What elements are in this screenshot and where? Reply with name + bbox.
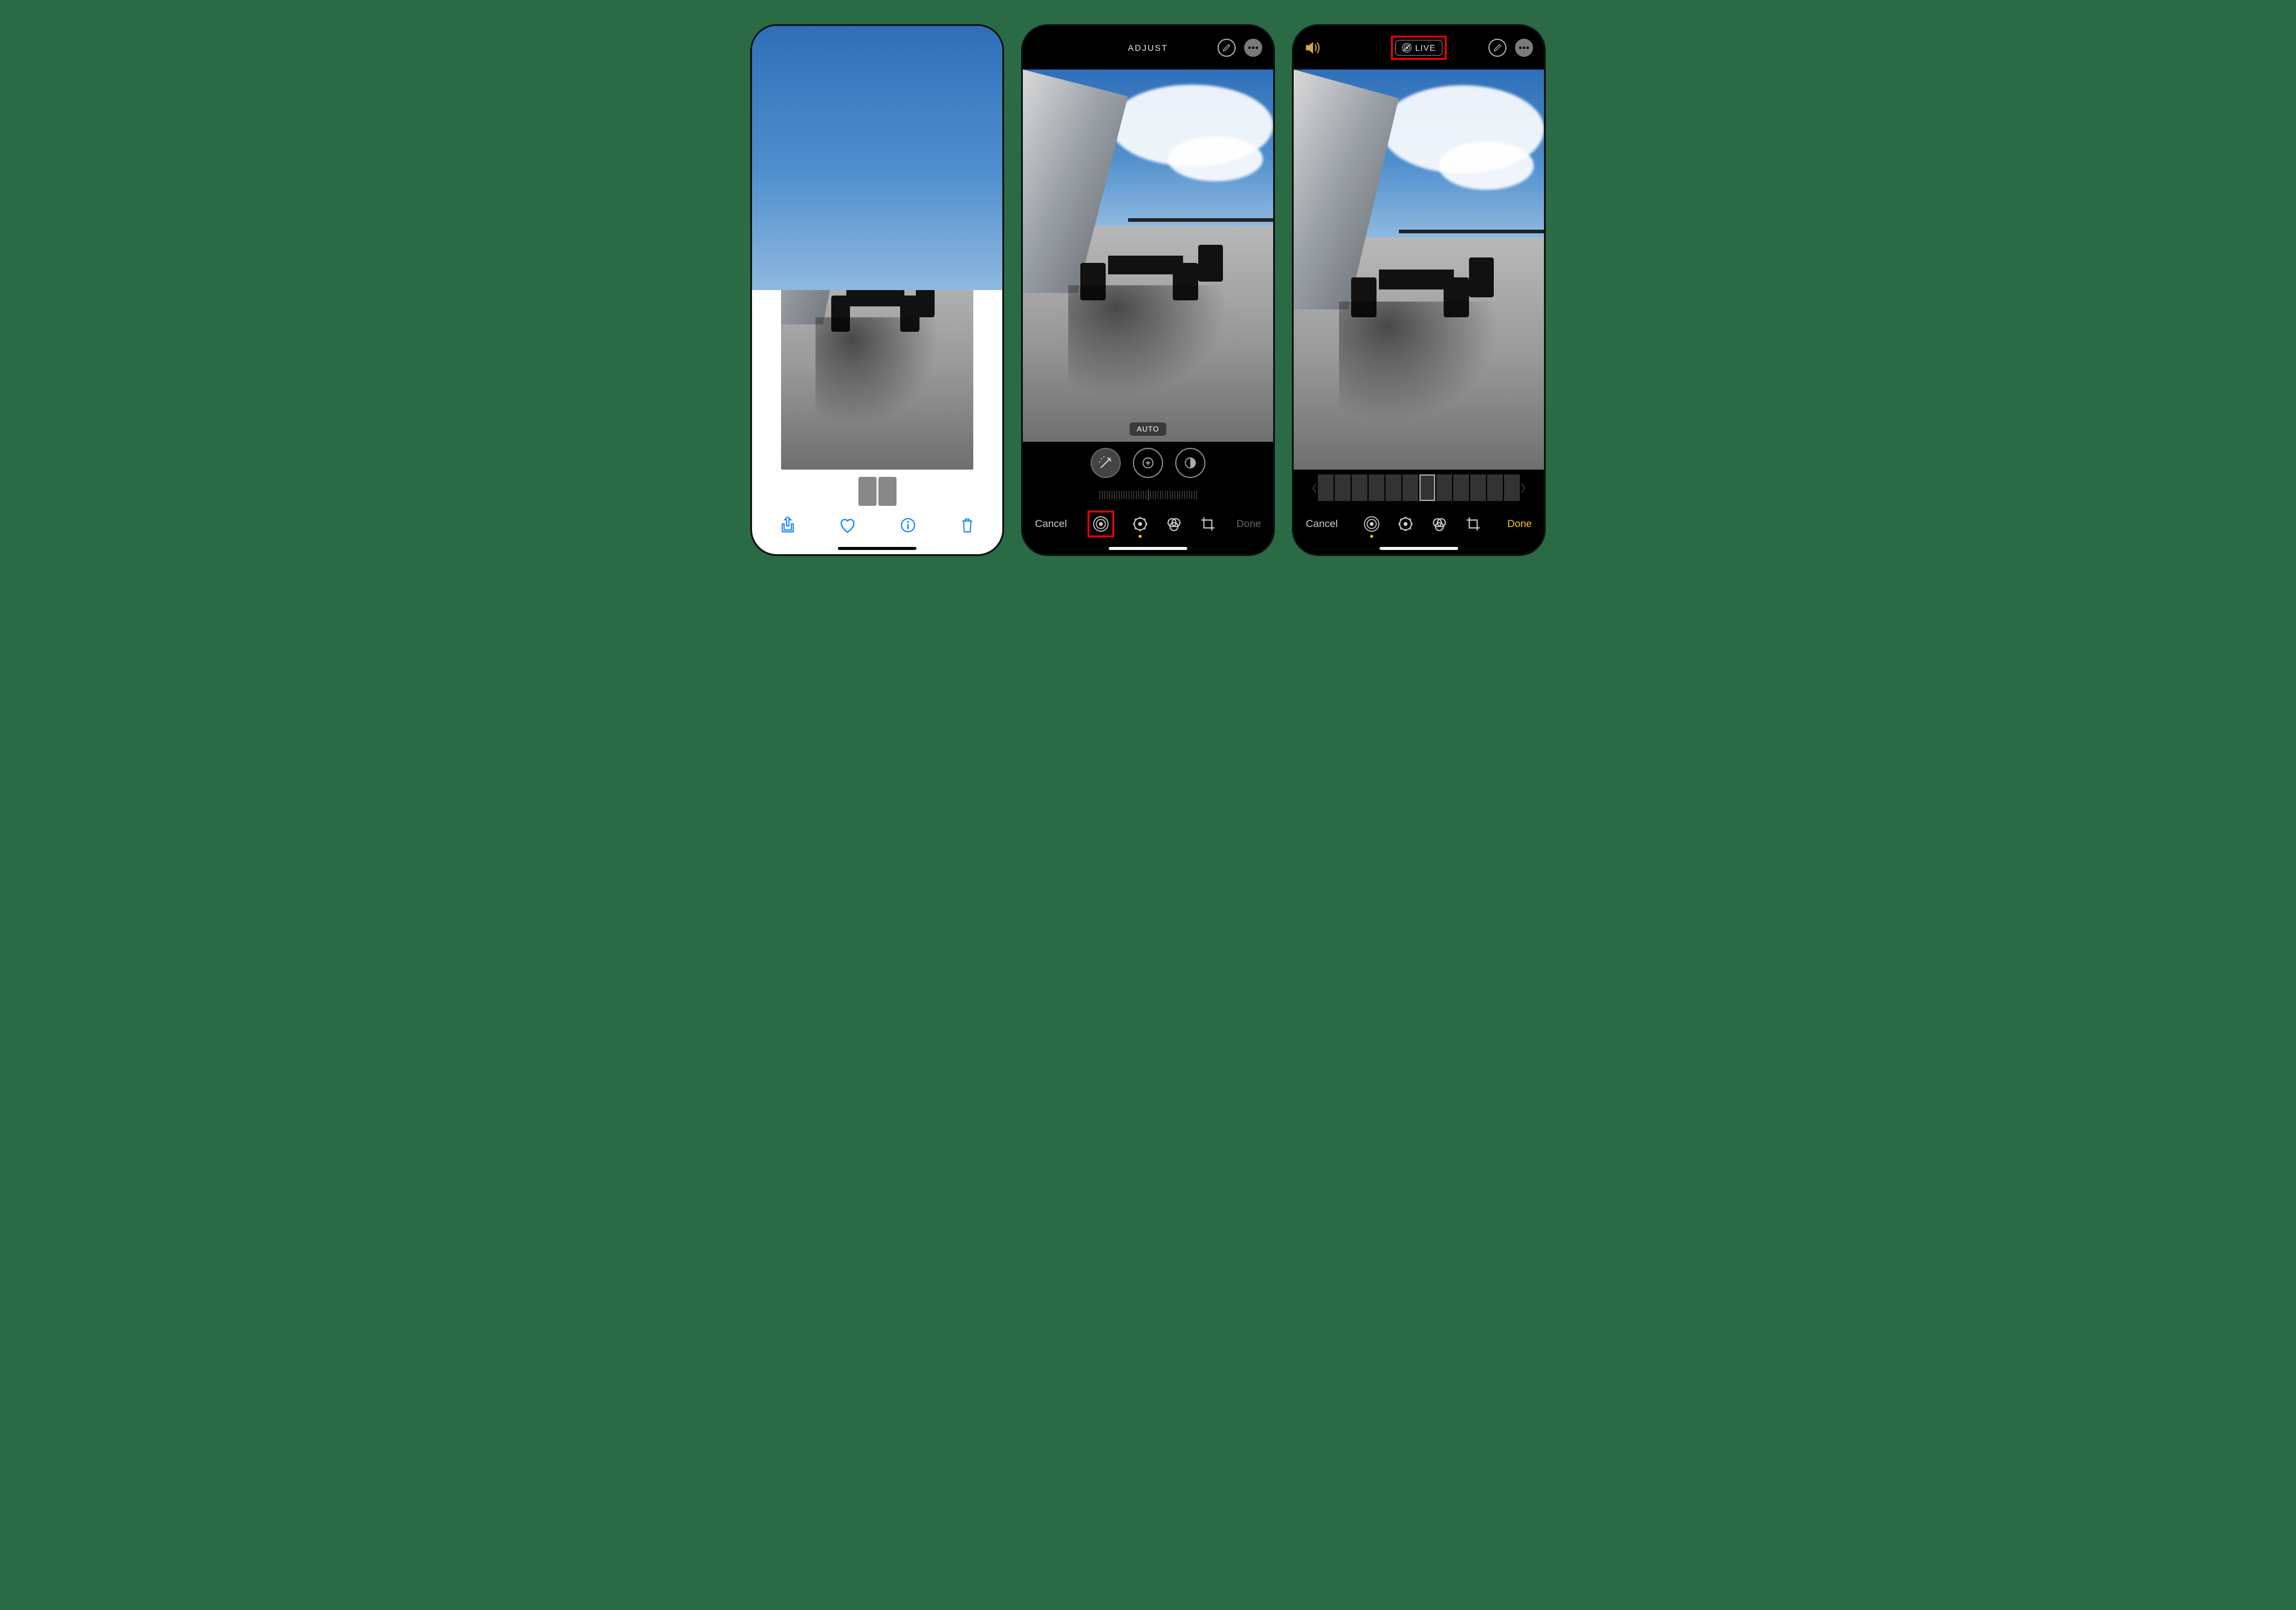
adjust-tab-button[interactable] — [1398, 516, 1413, 532]
edit-mode-title: ADJUST — [1128, 43, 1168, 53]
adjust-slider[interactable] — [1023, 484, 1273, 506]
done-button[interactable]: Done — [1236, 518, 1261, 530]
photo-viewport[interactable] — [1294, 70, 1544, 470]
keyframe[interactable] — [1403, 474, 1418, 501]
keyframe[interactable] — [1436, 474, 1452, 501]
keyframe[interactable] — [1386, 474, 1401, 501]
mute-button[interactable] — [1305, 41, 1320, 54]
bottom-toolbar — [752, 508, 1002, 542]
chevron-left-icon[interactable]: 〈 — [1307, 480, 1317, 495]
live-tab-button[interactable] — [1088, 511, 1114, 537]
keyframe[interactable] — [1453, 474, 1469, 501]
photo — [1294, 70, 1544, 470]
thumbnail-strip[interactable] — [752, 474, 1002, 508]
keyframe[interactable] — [1369, 474, 1384, 501]
edit-header: LIVE — [1294, 26, 1544, 70]
keyframe[interactable] — [1504, 474, 1520, 501]
cancel-button[interactable]: Cancel — [1035, 518, 1067, 530]
adjust-tab-button[interactable] — [1132, 516, 1148, 532]
crop-tab-button[interactable] — [1200, 516, 1216, 532]
keyframe[interactable] — [1470, 474, 1486, 501]
thumbnail[interactable] — [878, 477, 897, 506]
home-indicator[interactable] — [752, 542, 1002, 554]
exposure-button[interactable] — [1133, 448, 1163, 478]
adjust-controls — [1023, 442, 1273, 484]
edit-bottom-bar: Cancel Done — [1023, 506, 1273, 542]
info-button[interactable] — [900, 517, 916, 533]
edit-header: ADJUST — [1023, 26, 1273, 70]
delete-button[interactable] — [960, 517, 975, 534]
crop-tab-button[interactable] — [1465, 516, 1481, 532]
screen-photo-view: 13:23 Kharkiv 1 May 2021 14:40 Edit — [750, 24, 1004, 556]
filters-tab-button[interactable] — [1432, 516, 1447, 532]
more-button[interactable] — [1244, 39, 1262, 57]
home-indicator[interactable] — [1023, 542, 1273, 554]
brilliance-button[interactable] — [1175, 448, 1205, 478]
keyframe[interactable] — [1352, 474, 1367, 501]
live-toggle-label: LIVE — [1415, 43, 1436, 53]
markup-button[interactable] — [1488, 39, 1506, 57]
thumbnail[interactable] — [858, 477, 877, 506]
live-toggle-button[interactable]: LIVE — [1395, 40, 1442, 56]
keyframe-strip[interactable]: 〈 〉 — [1294, 470, 1544, 506]
live-toggle-highlight: LIVE — [1391, 36, 1447, 60]
screen-edit-adjust: ADJUST AUTO — [1021, 24, 1275, 556]
keyframe[interactable] — [1318, 474, 1334, 501]
live-tab-button[interactable] — [1364, 516, 1380, 532]
share-button[interactable] — [780, 517, 795, 534]
edit-bottom-bar: Cancel Done — [1294, 506, 1544, 542]
screen-edit-live: LIVE 〈 — [1292, 24, 1546, 556]
cancel-button[interactable]: Cancel — [1306, 518, 1338, 530]
photo-viewport[interactable]: AUTO — [1023, 70, 1273, 442]
photo — [1023, 70, 1273, 442]
home-indicator[interactable] — [1294, 542, 1544, 554]
keyframe[interactable] — [1335, 474, 1351, 501]
keyframe-selected[interactable] — [1419, 474, 1435, 501]
done-button[interactable]: Done — [1507, 518, 1532, 530]
auto-adjust-label: AUTO — [1129, 422, 1166, 436]
more-button[interactable] — [1515, 39, 1533, 57]
filters-tab-button[interactable] — [1166, 516, 1182, 532]
keyframe[interactable] — [1487, 474, 1503, 501]
favorite-button[interactable] — [839, 517, 856, 533]
auto-enhance-button[interactable] — [1091, 448, 1121, 478]
chevron-right-icon[interactable]: 〉 — [1521, 480, 1531, 495]
markup-button[interactable] — [1218, 39, 1236, 57]
